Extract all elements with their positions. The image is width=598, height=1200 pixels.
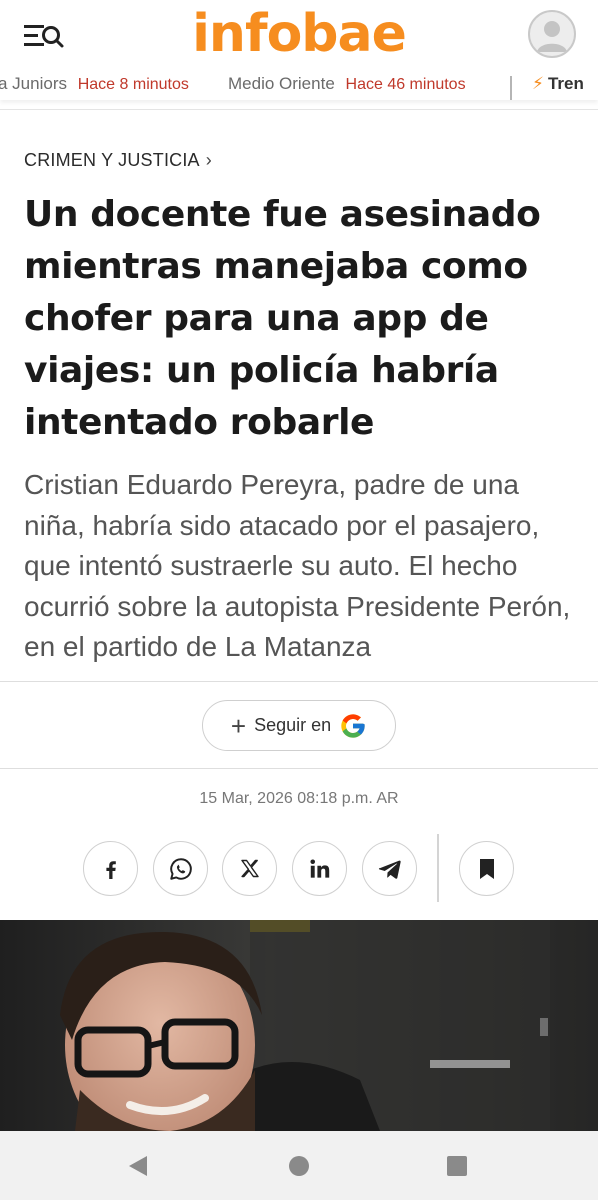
follow-label: Seguir en	[254, 715, 332, 735]
ticker-item[interactable]: Medio Oriente Hace 46 minutos	[228, 70, 466, 99]
bookmark-button[interactable]	[459, 841, 514, 896]
plus-icon: +	[230, 710, 247, 741]
user-avatar-button[interactable]	[528, 10, 576, 58]
divider	[0, 681, 598, 682]
section-breadcrumb[interactable]: CRIMEN Y JUSTICIA ›	[24, 150, 212, 171]
lightning-icon: ⚡	[532, 74, 544, 93]
divider	[0, 768, 598, 769]
news-ticker: a Juniors Hace 8 minutos Medio Oriente H…	[0, 70, 598, 110]
man-smiling-photo	[0, 920, 598, 1131]
ticker-separator	[510, 76, 512, 100]
telegram-icon	[378, 860, 401, 879]
chevron-right-icon: ›	[205, 150, 212, 170]
share-telegram-button[interactable]	[362, 841, 417, 896]
trending-link[interactable]: ⚡ Tren	[532, 70, 584, 98]
follow-on-google-button[interactable]: + Seguir en	[202, 700, 396, 751]
infobae-logo[interactable]: infobae	[0, 2, 598, 66]
google-logo-icon	[341, 713, 365, 738]
share-separator	[437, 834, 439, 902]
ticker-time: Hace 8 minutos	[77, 76, 189, 93]
system-nav-bar	[0, 1131, 598, 1200]
share-linkedin-button[interactable]	[292, 841, 347, 896]
trending-label: Tren	[547, 74, 584, 93]
top-header: infobae	[0, 0, 598, 70]
publish-date: 15 Mar, 2026 08:18 p.m. AR	[199, 790, 399, 807]
share-whatsapp-button[interactable]	[153, 841, 208, 896]
x-icon	[240, 859, 259, 877]
share-facebook-button[interactable]	[83, 841, 138, 896]
ticker-topic: Medio Oriente	[228, 74, 335, 93]
back-icon[interactable]	[126, 1154, 150, 1178]
facebook-icon	[105, 860, 116, 879]
user-avatar-icon	[537, 21, 567, 52]
share-x-button[interactable]	[222, 841, 277, 896]
ticker-topic: a Juniors	[0, 74, 67, 93]
article-lead: Cristian Eduardo Pereyra, padre de una n…	[24, 469, 571, 662]
article-photo[interactable]	[0, 920, 598, 1131]
ticker-item[interactable]: a Juniors Hace 8 minutos	[0, 70, 189, 99]
whatsapp-icon	[169, 857, 192, 880]
ticker-strip: a Juniors Hace 8 minutos Medio Oriente H…	[0, 70, 598, 100]
article-headline: Un docente fue asesinado mientras maneja…	[24, 194, 541, 443]
recents-icon[interactable]	[446, 1155, 468, 1177]
linkedin-icon	[309, 858, 329, 878]
ticker-time: Hace 46 minutos	[345, 76, 466, 93]
home-icon[interactable]	[288, 1155, 310, 1177]
bookmark-icon	[479, 858, 494, 879]
section-label: CRIMEN Y JUSTICIA	[24, 150, 200, 170]
